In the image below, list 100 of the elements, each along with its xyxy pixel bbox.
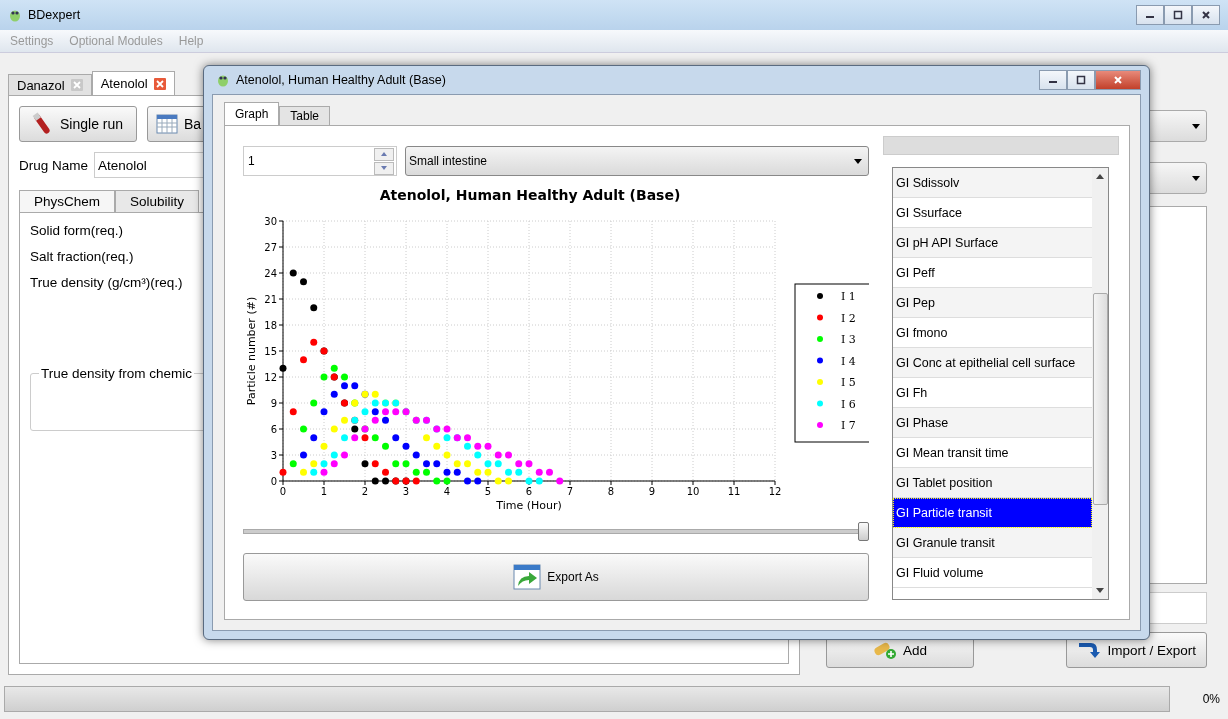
caret-icon: [1192, 175, 1200, 181]
data-point: [546, 468, 553, 476]
data-point: [361, 408, 369, 416]
tick-label: 27: [264, 242, 277, 253]
property-label: Solid form(req.): [30, 223, 124, 238]
legend-label: I 2: [841, 311, 856, 325]
list-item[interactable]: GI Tablet position: [893, 468, 1092, 498]
data-point: [392, 460, 400, 468]
property-tab[interactable]: Solubility: [115, 190, 200, 212]
tick-label: 1: [320, 486, 328, 497]
data-point: [371, 434, 379, 442]
list-item[interactable]: GI Pep: [893, 288, 1092, 318]
data-point: [464, 477, 471, 485]
tick-label: 10: [686, 486, 700, 497]
list-item[interactable]: GI Particle transit: [893, 498, 1092, 528]
region-dropdown[interactable]: Small intestine: [405, 146, 869, 176]
drug-tab[interactable]: Danazol: [8, 74, 92, 95]
legend-label: I 3: [841, 333, 856, 346]
chart-title: Atenolol, Human Healthy Adult (Base): [379, 187, 681, 203]
data-point: [330, 425, 338, 433]
data-point: [289, 269, 297, 277]
data-point: [310, 399, 318, 407]
data-point: [300, 425, 307, 433]
tick-label: 12: [264, 372, 277, 383]
tick-label: 7: [566, 486, 574, 497]
data-point: [443, 451, 451, 459]
tick-label: 4: [443, 486, 451, 497]
data-point: [300, 278, 307, 286]
spin-box[interactable]: 1: [243, 146, 397, 176]
legend-label: I 1: [841, 290, 856, 303]
minimize-button[interactable]: [1136, 5, 1164, 25]
tick-label: 8: [607, 486, 615, 497]
arrow-icon: [1077, 640, 1102, 660]
legend-label: I 5: [841, 376, 856, 389]
list-item[interactable]: GI pH API Surface: [893, 228, 1092, 258]
tick-label: 6: [270, 424, 277, 435]
data-point: [351, 382, 359, 390]
tick-label: 24: [264, 268, 277, 279]
data-point: [341, 434, 348, 442]
data-point: [341, 416, 348, 424]
legend-label: I 4: [841, 354, 856, 368]
scroll-up-icon[interactable]: [1096, 174, 1104, 179]
close-button[interactable]: [1192, 5, 1220, 25]
tick-label: 3: [402, 486, 410, 497]
data-point: [525, 460, 533, 468]
toolbar-button[interactable]: Single run: [19, 106, 137, 142]
legend-label: I 6: [841, 397, 856, 411]
group-title: True density from chemic: [39, 366, 195, 381]
data-point: [402, 460, 410, 468]
data-point: [433, 460, 441, 468]
data-point: [320, 408, 328, 416]
minimize-button[interactable]: [1039, 70, 1067, 90]
data-point: [433, 477, 441, 485]
dialog-title: Atenolol, Human Healthy Adult (Base): [236, 73, 446, 87]
data-point: [289, 408, 297, 416]
tick-label: 30: [264, 216, 277, 227]
scrollbar[interactable]: [1092, 168, 1108, 599]
data-point: [310, 434, 318, 442]
export-button[interactable]: Export As: [243, 553, 869, 601]
calendar-icon: [156, 113, 178, 135]
data-point: [310, 338, 318, 346]
tick-label: 5: [484, 486, 492, 497]
tick-label: 12: [768, 486, 782, 497]
data-point: [371, 460, 379, 468]
progress-reading: 0%: [1201, 692, 1220, 706]
tick-label: 3: [270, 450, 277, 461]
close-icon[interactable]: [153, 77, 166, 90]
slider-thumb[interactable]: [858, 522, 869, 541]
axis-label: Time (Hour): [496, 499, 562, 512]
data-point: [402, 442, 410, 450]
data-point: [423, 434, 430, 442]
data-point: [300, 356, 307, 364]
list-item[interactable]: GI Conc at epithelial cell surface: [893, 348, 1092, 378]
export-icon: [513, 564, 542, 590]
property-tab[interactable]: PhysChem: [19, 190, 116, 212]
data-point: [310, 304, 318, 312]
data-point: [300, 468, 307, 476]
field-label: Drug Name: [19, 157, 89, 173]
list-item[interactable]: GI Phase: [893, 408, 1092, 438]
tick-label: 9: [648, 486, 656, 497]
maximize-icon: [1173, 10, 1183, 20]
data-point: [279, 468, 287, 476]
data-point: [289, 460, 297, 468]
data-point: [505, 451, 512, 459]
capsule-add-icon: [873, 640, 897, 660]
list-item[interactable]: GI Granule transit: [893, 528, 1092, 558]
data-point: [392, 434, 400, 442]
drug-tab[interactable]: Atenolol: [91, 71, 175, 95]
view-tab[interactable]: Table: [279, 106, 331, 125]
view-tab[interactable]: Graph: [224, 102, 280, 125]
data-point: [412, 451, 420, 459]
data-point: [556, 477, 564, 485]
maximize-button[interactable]: [1067, 70, 1095, 90]
slider[interactable]: [243, 522, 869, 541]
list-item[interactable]: GI Sdissolv: [893, 168, 1092, 198]
tick-label: 0: [279, 486, 287, 497]
data-point: [300, 451, 307, 459]
tick-label: 2: [361, 486, 369, 497]
maximize-button[interactable]: [1164, 5, 1192, 25]
property-label: Salt fraction(req.): [30, 249, 134, 264]
